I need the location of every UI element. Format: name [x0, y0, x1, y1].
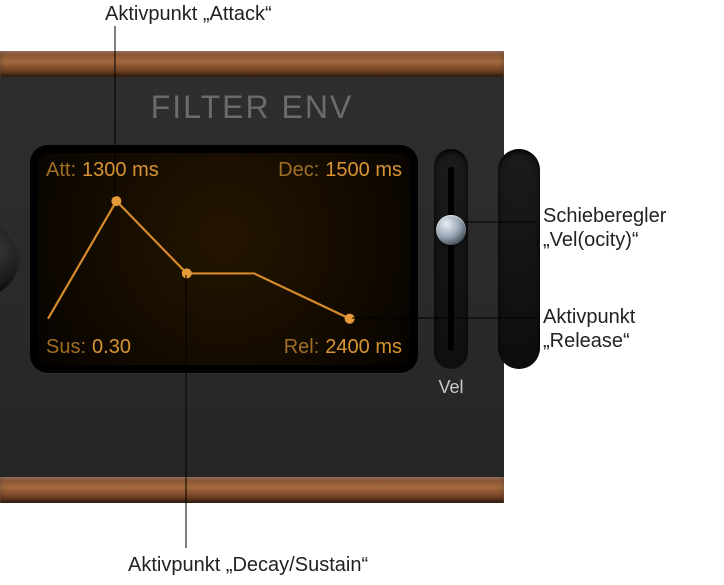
envelope-display[interactable]: Att: 1300 ms Dec: 1500 ms Sus:	[30, 145, 418, 373]
callout-attack-label: Aktivpunkt „Attack“	[105, 2, 272, 26]
velocity-slider-label: Vel	[434, 377, 468, 398]
wood-rail-bottom	[0, 477, 504, 503]
envelope-display-inner: Att: 1300 ms Dec: 1500 ms Sus:	[38, 153, 410, 365]
envelope-graph[interactable]	[38, 193, 410, 324]
wood-rail-top	[0, 51, 504, 77]
sustain-readout[interactable]: Sus: 0.30	[46, 336, 131, 359]
envelope-curve	[48, 201, 350, 319]
velocity-slider[interactable]	[434, 149, 468, 369]
callout-release-label: Aktivpunkt „Release“	[543, 305, 635, 353]
release-readout[interactable]: Rel: 2400 ms	[284, 336, 402, 359]
attack-value: 1300 ms	[82, 159, 159, 182]
panel-title: FILTER ENV	[0, 89, 504, 126]
sustain-value: 0.30	[92, 336, 131, 359]
readout-row-bottom: Sus: 0.30 Rel: 2400 ms	[38, 336, 410, 359]
sustain-label: Sus:	[46, 336, 86, 359]
decay-value: 1500 ms	[325, 159, 402, 182]
velocity-slider-thumb[interactable]	[436, 215, 466, 245]
decay-readout[interactable]: Dec: 1500 ms	[278, 159, 402, 182]
velocity-slider-slot	[448, 167, 454, 351]
right-slider-partial[interactable]	[498, 149, 540, 369]
release-value: 2400 ms	[325, 336, 402, 359]
attack-readout[interactable]: Att: 1300 ms	[46, 159, 159, 182]
decay-label: Dec:	[278, 159, 319, 182]
readout-row-top: Att: 1300 ms Dec: 1500 ms	[38, 159, 410, 182]
callout-velocity-label: Schieberegler „Vel(ocity)“	[543, 204, 666, 252]
release-label: Rel:	[284, 336, 320, 359]
decay-sustain-handle[interactable]	[182, 268, 192, 278]
callout-decay-sustain-label: Aktivpunkt „Decay/Sustain“	[128, 553, 368, 577]
attack-label: Att:	[46, 159, 76, 182]
release-handle[interactable]	[345, 314, 355, 324]
left-knob-partial[interactable]	[0, 217, 20, 297]
attack-handle[interactable]	[111, 196, 121, 206]
filter-env-panel: FILTER ENV Att: 1300 ms Dec: 1500 ms	[0, 77, 504, 477]
